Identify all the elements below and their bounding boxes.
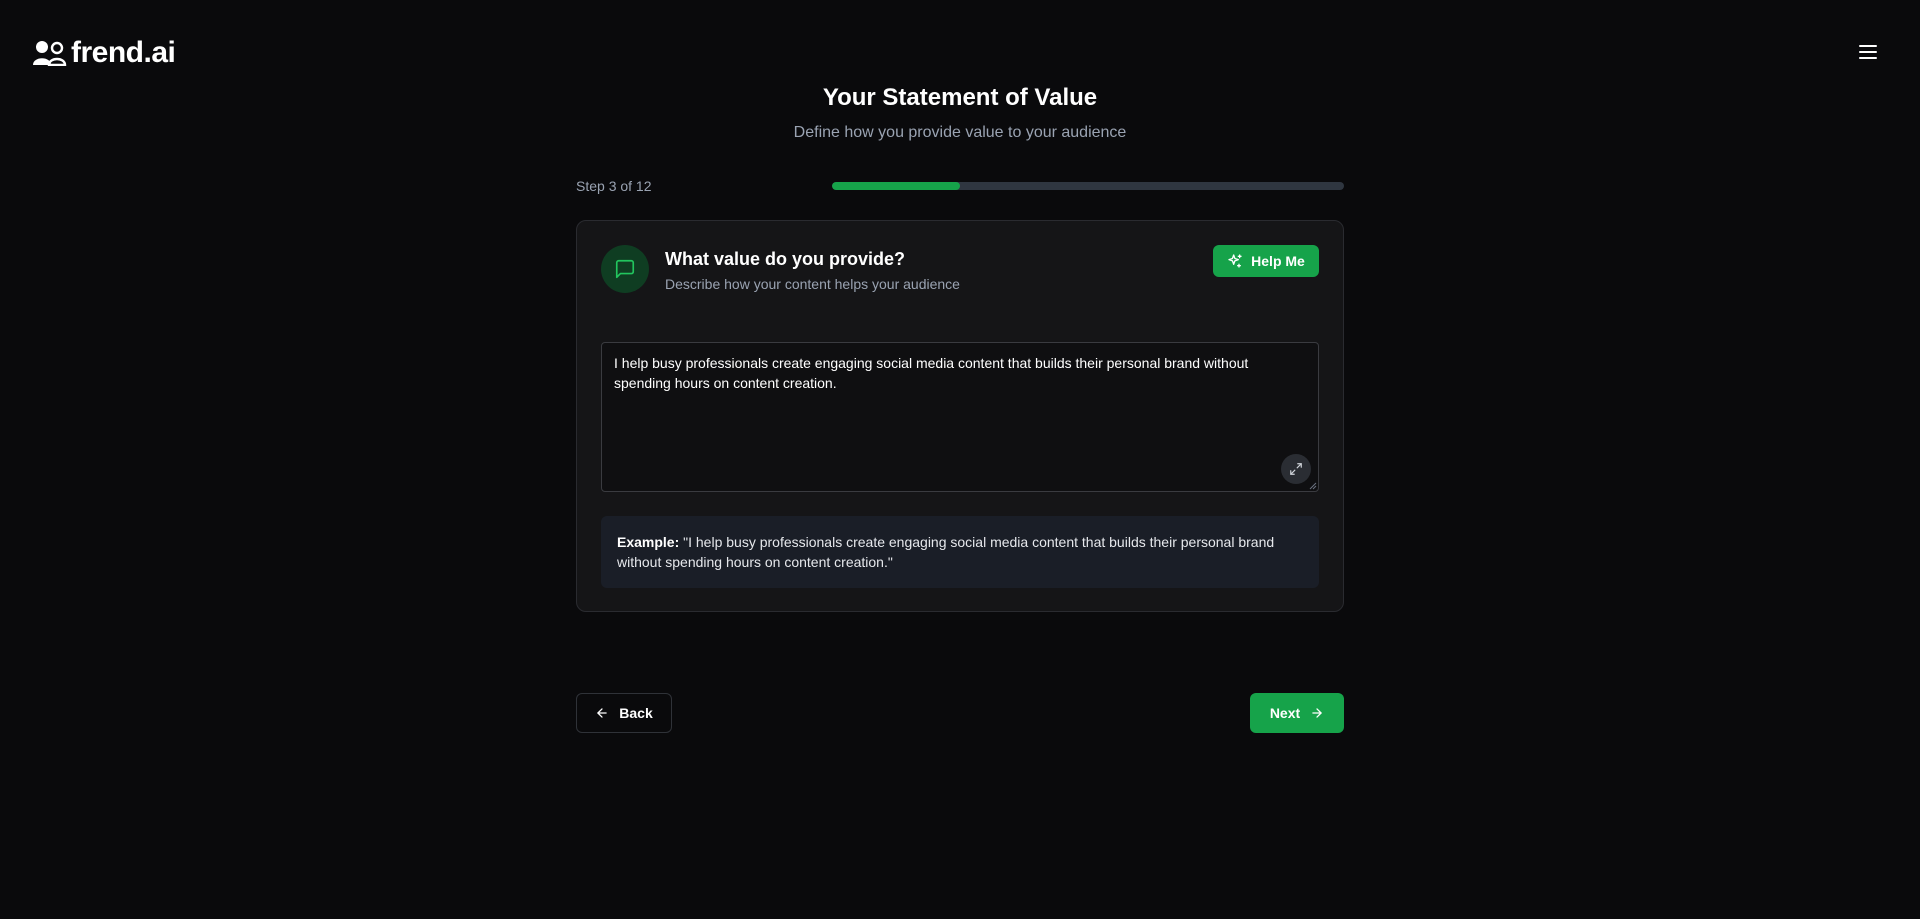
next-label: Next [1269, 705, 1301, 721]
question-card: What value do you provide? Describe how … [576, 220, 1344, 612]
message-square-icon [615, 259, 635, 279]
back-button[interactable]: Back [576, 693, 672, 733]
example-label: Example: [617, 534, 680, 550]
example-text: "I help busy professionals create engagi… [617, 534, 1275, 570]
brand-logo[interactable]: frend.ai [33, 36, 176, 70]
expand-textarea-button[interactable] [1281, 454, 1311, 484]
resize-handle-icon[interactable] [1309, 482, 1317, 490]
answer-field-wrapper [601, 342, 1319, 492]
question-description: Describe how your content helps your aud… [665, 276, 960, 292]
page-subtitle: Define how you provide value to your aud… [793, 124, 1127, 141]
question-icon-badge [601, 245, 649, 293]
people-icon [33, 41, 67, 66]
progress-fill [832, 182, 960, 190]
question-title: What value do you provide? [665, 249, 906, 269]
brand-name: frend.ai [71, 36, 176, 69]
arrow-left-icon [597, 708, 607, 718]
help-me-label: Help Me [1251, 253, 1305, 269]
expand-icon [1290, 463, 1302, 475]
hamburger-menu-button[interactable] [1854, 40, 1882, 64]
value-statement-textarea[interactable] [601, 342, 1319, 492]
sparkles-icon [1228, 254, 1242, 268]
arrow-right-icon [1312, 708, 1322, 718]
help-me-button[interactable]: Help Me [1213, 245, 1319, 277]
next-button[interactable]: Next [1250, 693, 1344, 733]
hamburger-menu-icon [1859, 45, 1877, 59]
progress-bar [832, 182, 1344, 190]
step-counter: Step 3 of 12 [576, 178, 652, 194]
page-title: Your Statement of Value [822, 84, 1098, 111]
example-hint: Example: "I help busy professionals crea… [601, 516, 1319, 588]
back-label: Back [619, 705, 653, 721]
